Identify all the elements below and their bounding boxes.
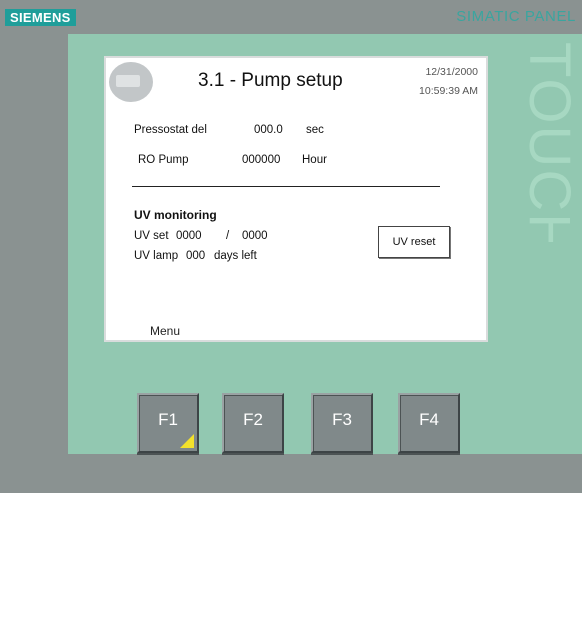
f4-key[interactable]: F4 — [398, 393, 460, 453]
divider — [132, 186, 440, 187]
f3-key[interactable]: F3 — [311, 393, 373, 453]
f3-key-label: F3 — [332, 410, 352, 429]
touch-text: TOUCH — [518, 42, 582, 242]
uv-reset-button[interactable]: UV reset — [378, 226, 450, 258]
product-name: SIMATIC PANEL — [456, 8, 576, 25]
uv-set-separator: / — [226, 230, 230, 242]
f1-key-label: F1 — [158, 410, 178, 429]
f2-key-label: F2 — [243, 410, 263, 429]
uv-lamp-suffix: days left — [214, 250, 257, 262]
uv-set-value[interactable]: 0000 — [176, 230, 202, 242]
screen-title: 3.1 - Pump setup — [198, 70, 343, 91]
yellow-marker-icon — [180, 434, 194, 448]
uv-lamp-value: 000 — [186, 250, 206, 262]
date-display: 12/31/2000 — [425, 66, 478, 78]
touch-label: TOUCH — [518, 42, 582, 242]
menu-button[interactable]: Menu — [150, 324, 180, 338]
brand-logo: SIEMENS — [5, 9, 76, 26]
f4-key-label: F4 — [419, 410, 439, 429]
f2-key[interactable]: F2 — [222, 393, 284, 453]
uv-monitoring-heading: UV monitoring — [134, 208, 217, 222]
ro-pump-label: RO Pump — [138, 154, 189, 166]
f1-key[interactable]: F1 — [137, 393, 199, 453]
ro-pump-hours-value[interactable]: 000000 — [242, 154, 280, 166]
hmi-panel: SIEMENS SIMATIC PANEL TOUCH 3.1 - Pump s… — [0, 0, 582, 493]
hmi-screen: 3.1 - Pump setup 12/31/2000 10:59:39 AM … — [104, 56, 488, 342]
pressostat-delay-value[interactable]: 000.0 — [254, 124, 283, 136]
company-logo-icon — [109, 62, 153, 102]
pressostat-delay-unit: sec — [306, 124, 324, 136]
ro-pump-unit: Hour — [302, 154, 327, 166]
uv-lamp-label: UV lamp — [134, 250, 179, 262]
uv-set-limit: 0000 — [242, 230, 268, 242]
uv-set-label: UV set — [134, 230, 169, 242]
time-display: 10:59:39 AM — [419, 85, 478, 97]
pressostat-delay-label: Pressostat del — [134, 124, 207, 136]
